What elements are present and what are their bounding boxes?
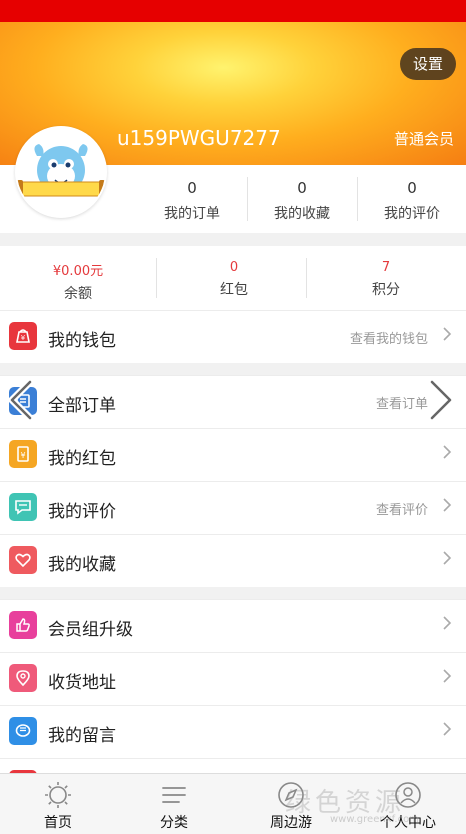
menu-item-member-upgrade[interactable]: 会员组升级 xyxy=(0,600,466,653)
menu-hint: 查看我的钱包 xyxy=(349,332,428,347)
orders-group: 全部订单 查看订单 ¥ 我的红包 我的评价 查看评价 我的收藏 xyxy=(0,375,466,587)
points-value: 7 xyxy=(381,260,391,275)
tab-label: 首页 xyxy=(44,815,72,831)
chevron-right-icon xyxy=(443,669,452,683)
menu-item-favorites[interactable]: 我的收藏 xyxy=(0,535,466,587)
stat-value: 0 xyxy=(407,179,417,197)
chat-bubble-icon xyxy=(9,717,37,745)
menu-item-red-packets[interactable]: ¥ 我的红包 xyxy=(0,429,466,482)
chevron-right-icon xyxy=(443,498,452,512)
watermark-url: www.greenxf.com xyxy=(330,814,419,825)
menu-label: 全部订单 xyxy=(48,396,116,416)
red-packet-value: 0 xyxy=(229,260,239,275)
stat-value: 0 xyxy=(297,179,307,197)
location-pin-icon xyxy=(9,664,37,692)
chevron-right-icon xyxy=(443,327,452,341)
stat-balance[interactable]: ¥0.00元 余额 xyxy=(0,246,156,310)
menu-label: 我的评价 xyxy=(48,502,116,522)
menu-item-shipping-address[interactable]: 收货地址 xyxy=(0,653,466,706)
carousel-prev-arrow-icon[interactable] xyxy=(2,378,42,422)
svg-text:¥: ¥ xyxy=(20,451,25,460)
wallet-group: ¥ 我的钱包 查看我的钱包 xyxy=(0,310,466,363)
menu-label: 收货地址 xyxy=(48,673,116,693)
menu-label: 会员组升级 xyxy=(48,620,133,640)
stat-label: 我的订单 xyxy=(164,206,220,222)
red-packet-label: 红包 xyxy=(220,282,248,298)
avatar[interactable] xyxy=(15,126,107,218)
balance-value: ¥0.00元 xyxy=(52,264,104,279)
chevron-right-icon xyxy=(443,616,452,630)
stat-my-orders[interactable]: 0 我的订单 xyxy=(137,165,247,233)
chevron-right-icon xyxy=(443,551,452,565)
points-label: 积分 xyxy=(372,282,400,298)
account-group: 会员组升级 收货地址 我的留言 xyxy=(0,599,466,775)
menu-item-wallet[interactable]: ¥ 我的钱包 查看我的钱包 xyxy=(0,311,466,363)
tab-home[interactable]: 首页 xyxy=(0,774,116,834)
settings-button[interactable]: 设置 xyxy=(400,48,456,80)
menu-label: 我的红包 xyxy=(48,449,116,469)
stat-my-favorites[interactable]: 0 我的收藏 xyxy=(247,165,357,233)
svg-text:¥: ¥ xyxy=(21,334,26,342)
menu-label: 我的收藏 xyxy=(48,555,116,575)
balance-label: 余额 xyxy=(64,286,92,302)
menu-item-all-orders[interactable]: 全部订单 查看订单 xyxy=(0,376,466,429)
red-packet-icon: ¥ xyxy=(9,440,37,468)
assets-stats-bar: ¥0.00元 余额 0 红包 7 积分 xyxy=(0,246,466,310)
menu-item-reviews[interactable]: 我的评价 查看评价 xyxy=(0,482,466,535)
stat-red-packet[interactable]: 0 红包 xyxy=(156,246,312,310)
menu-hint: 查看评价 xyxy=(375,503,428,518)
username: u159PWGU7277 xyxy=(117,126,281,150)
stat-points[interactable]: 7 积分 xyxy=(306,246,466,310)
chevron-right-icon xyxy=(443,445,452,459)
stat-value: 0 xyxy=(187,179,197,197)
thumbs-up-icon xyxy=(9,611,37,639)
sun-icon xyxy=(45,782,71,808)
tab-category[interactable]: 分类 xyxy=(116,774,232,834)
menu-label: 我的钱包 xyxy=(48,331,116,351)
stat-label: 我的收藏 xyxy=(274,206,330,222)
mascot-avatar-icon xyxy=(17,144,105,198)
stat-my-reviews[interactable]: 0 我的评价 xyxy=(357,165,466,233)
carousel-next-arrow-icon[interactable] xyxy=(420,378,460,422)
stat-label: 我的评价 xyxy=(384,206,440,222)
list-icon xyxy=(162,787,186,803)
member-level: 普通会员 xyxy=(393,130,454,148)
status-bar xyxy=(0,0,466,22)
tab-label: 分类 xyxy=(160,815,188,831)
menu-item-messages[interactable]: 我的留言 xyxy=(0,706,466,759)
chevron-right-icon xyxy=(443,722,452,736)
wallet-icon: ¥ xyxy=(9,322,37,350)
menu-label: 我的留言 xyxy=(48,726,116,746)
heart-icon xyxy=(9,546,37,574)
review-icon xyxy=(9,493,37,521)
